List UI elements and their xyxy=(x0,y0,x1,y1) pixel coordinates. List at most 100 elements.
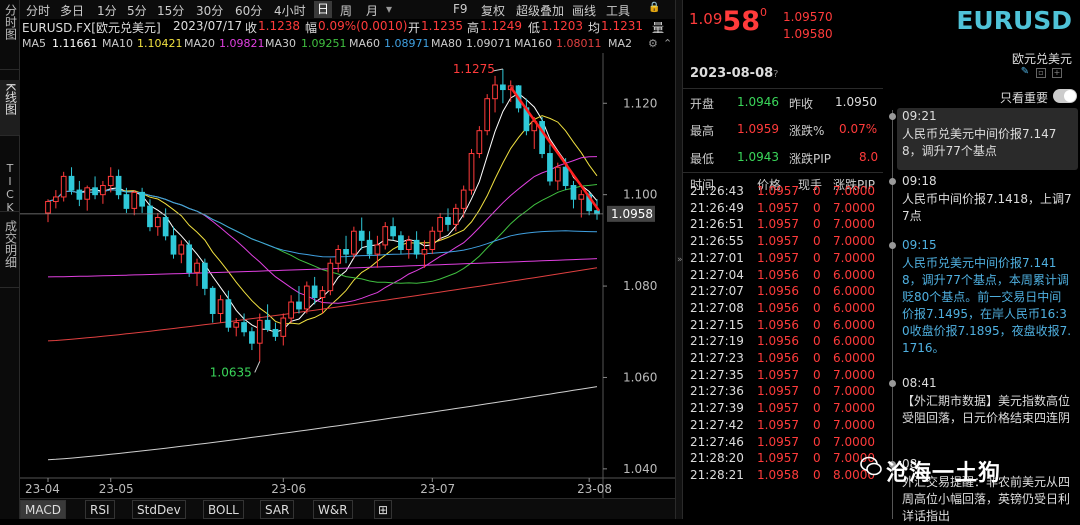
candle-body xyxy=(288,301,294,319)
candle-body xyxy=(398,235,404,251)
low-label: 最低 xyxy=(690,152,715,166)
candle-body xyxy=(52,196,59,203)
tick-pip: 6.0000 xyxy=(833,317,875,332)
tab-kline[interactable]: K线图 xyxy=(0,80,20,136)
candle-body xyxy=(154,217,161,228)
candle-body xyxy=(492,84,498,100)
candle-body xyxy=(335,249,342,264)
candle-body xyxy=(147,205,153,228)
tf-timeshare[interactable]: 分时 xyxy=(26,2,50,19)
tick-pip: 7.0000 xyxy=(833,367,875,382)
tick-time: 21:27:01 xyxy=(690,250,744,265)
candle-body xyxy=(170,235,177,255)
tab-timeshare[interactable]: 分时图 xyxy=(0,0,20,70)
x-tick-label: 23-05 xyxy=(99,482,134,496)
tab-rsi[interactable]: RSI xyxy=(85,500,115,519)
tab-trade-detail[interactable]: 成交明细 xyxy=(0,218,20,288)
tf-4h[interactable]: 4小时 xyxy=(274,2,306,19)
tf-30min[interactable]: 30分 xyxy=(196,2,223,19)
tf-day[interactable]: 日 xyxy=(314,1,333,18)
y-tick-label: 1.120 xyxy=(623,96,657,110)
tick-volume: 0 xyxy=(813,334,821,349)
ma-settings-icon[interactable]: ⚙ xyxy=(648,37,658,50)
high-annotation: 1.1275 xyxy=(453,62,495,76)
tab-stddev[interactable]: StdDev xyxy=(132,500,186,519)
add-indicator-icon[interactable]: ⊞ xyxy=(374,500,393,519)
ma10-value: 1.10421 xyxy=(137,37,183,50)
add-icon[interactable]: + xyxy=(1052,68,1062,78)
candle-body xyxy=(233,322,240,328)
candle-body xyxy=(186,244,193,273)
tick-row: 21:26:55 1.0957 0 7.0000 xyxy=(683,234,883,251)
tick-pip: 6.0000 xyxy=(833,284,875,299)
tab-macd[interactable]: MACD xyxy=(20,500,66,519)
tick-row: 21:28:20 1.0957 0 7.0000 xyxy=(683,451,883,468)
wechat-icon xyxy=(860,456,882,476)
tf-month[interactable]: 月 xyxy=(366,2,378,19)
kline-chart[interactable]: 1.120 1.100 1.080 1.060 1.040 23-04 23-05 23-06… xyxy=(20,53,675,498)
tick-pip: 6.0000 xyxy=(833,351,875,365)
important-only-toggle[interactable] xyxy=(1053,89,1077,103)
overlay-button[interactable]: 超级叠加 xyxy=(516,2,564,19)
change-label: 幅 xyxy=(305,21,318,35)
tick-price: 1.0957 xyxy=(757,184,799,198)
adjust-button[interactable]: 复权 xyxy=(481,2,505,19)
ma160-value: 1.08011 xyxy=(556,37,602,50)
tab-tick[interactable]: TICK xyxy=(0,160,20,214)
x-tick-label: 23-08 xyxy=(577,482,612,496)
lock-icon[interactable]: 🔒 xyxy=(648,2,660,13)
tf-15min[interactable]: 15分 xyxy=(157,2,184,19)
tab-tick-label: TICK xyxy=(3,162,17,214)
ma80-label: MA80 xyxy=(431,37,463,50)
tick-row: 21:27:36 1.0957 0 7.0000 xyxy=(683,384,883,401)
tf-more-dropdown[interactable]: ▾ xyxy=(386,2,392,16)
tick-pip: 7.0000 xyxy=(833,250,875,265)
collapse-arrow-icon[interactable]: » xyxy=(677,255,683,265)
tick-price: 1.0957 xyxy=(757,417,799,432)
tick-price: 1.0956 xyxy=(757,284,799,299)
tf-multiday[interactable]: 多日 xyxy=(60,2,84,19)
symbol-name: 欧元兑美元 xyxy=(1011,52,1072,66)
candle-body xyxy=(405,239,412,251)
draw-button[interactable]: 画线 xyxy=(572,2,596,19)
tf-60min[interactable]: 60分 xyxy=(235,2,262,19)
tick-row: 21:26:49 1.0957 0 7.0000 xyxy=(683,201,883,218)
edit-icon[interactable]: ✎ xyxy=(1020,67,1030,78)
tick-time: 21:27:15 xyxy=(690,317,744,332)
bar-date: 2023/07/17 xyxy=(173,19,243,33)
high-label: 最高 xyxy=(690,124,715,138)
tf-week[interactable]: 周 xyxy=(340,2,352,19)
help-icon[interactable]: ? xyxy=(773,69,778,80)
ma-collapse-icon[interactable]: ⌃ xyxy=(663,37,672,50)
tick-price: 1.0956 xyxy=(757,267,799,282)
tick-row: 21:27:42 1.0957 0 7.0000 xyxy=(683,418,883,435)
tab-sar[interactable]: SAR xyxy=(260,500,295,519)
tools-button[interactable]: 工具 xyxy=(606,2,630,19)
tick-time: 21:26:43 xyxy=(690,184,744,198)
tick-price: 1.0957 xyxy=(757,234,799,249)
panel-splitter[interactable]: » xyxy=(675,0,683,519)
tick-row: 21:26:51 1.0957 0 7.0000 xyxy=(683,217,883,234)
tick-row: 21:27:08 1.0956 0 6.0000 xyxy=(683,301,883,318)
important-only-label: 只看重要 xyxy=(1000,91,1049,105)
window-icon[interactable]: ▫ xyxy=(1036,68,1046,78)
tick-price: 1.0957 xyxy=(757,217,799,232)
f9-button[interactable]: F9 xyxy=(453,2,468,16)
candle-body xyxy=(68,175,75,191)
indicator-tabs: MACD RSI StdDev BOLL SAR W&R ⊞ xyxy=(20,498,675,519)
tick-volume: 0 xyxy=(813,467,821,482)
tab-wr[interactable]: W&R xyxy=(313,500,353,519)
candle-body xyxy=(194,262,200,273)
tick-pip: 7.0000 xyxy=(833,200,875,215)
candle-body xyxy=(311,285,318,298)
tick-pip: 7.0000 xyxy=(833,217,875,232)
tab-boll[interactable]: BOLL xyxy=(203,500,244,519)
tick-time: 21:27:19 xyxy=(690,334,744,349)
tf-5min[interactable]: 5分 xyxy=(127,2,147,19)
candle-body xyxy=(445,217,451,225)
candle-body xyxy=(554,166,561,182)
tf-1min[interactable]: 1分 xyxy=(97,2,117,19)
ma30-value: 1.09251 xyxy=(301,37,347,50)
candle-body xyxy=(107,175,114,187)
tick-volume: 0 xyxy=(813,250,821,265)
